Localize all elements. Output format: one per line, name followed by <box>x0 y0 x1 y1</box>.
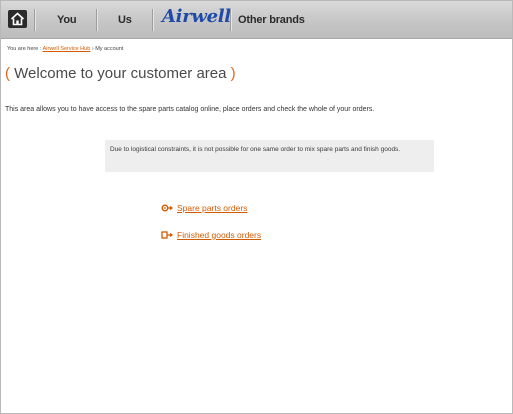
top-navigation-bar: You Us Airwell Other brands <box>1 1 512 39</box>
breadcrumb-prefix: You are here : <box>7 46 42 52</box>
spare-parts-orders-link[interactable]: Spare parts orders <box>177 203 247 213</box>
breadcrumb-separator: › <box>91 46 94 52</box>
finished-goods-orders-link[interactable]: Finished goods orders <box>177 230 261 240</box>
home-icon <box>10 12 25 26</box>
nav-item-other-brands[interactable]: Other brands <box>238 14 305 26</box>
notice-box: Due to logistical constraints, it is not… <box>105 140 434 172</box>
breadcrumb: You are here : Airwell Service Hub › My … <box>7 46 123 52</box>
nav-item-us[interactable]: Us <box>118 14 132 26</box>
finished-goods-icon <box>161 231 173 239</box>
breadcrumb-home-link[interactable]: Airwell Service Hub <box>43 46 91 52</box>
page-title-text: Welcome to your customer area <box>10 65 231 82</box>
nav-divider <box>96 9 97 31</box>
breadcrumb-current: My account <box>95 46 124 52</box>
notice-text: Due to logistical constraints, it is not… <box>110 146 401 153</box>
nav-divider <box>34 9 35 31</box>
page-title: ( Welcome to your customer area ) <box>5 65 236 82</box>
home-button[interactable] <box>8 10 27 28</box>
page-frame <box>0 0 513 414</box>
spare-parts-icon <box>161 204 173 212</box>
nav-divider <box>152 9 153 31</box>
airwell-logo[interactable]: Airwell <box>162 6 231 27</box>
title-close-paren: ) <box>230 65 236 82</box>
intro-text: This area allows you to have access to t… <box>5 106 375 113</box>
nav-item-you[interactable]: You <box>57 14 77 26</box>
nav-divider <box>230 9 231 31</box>
